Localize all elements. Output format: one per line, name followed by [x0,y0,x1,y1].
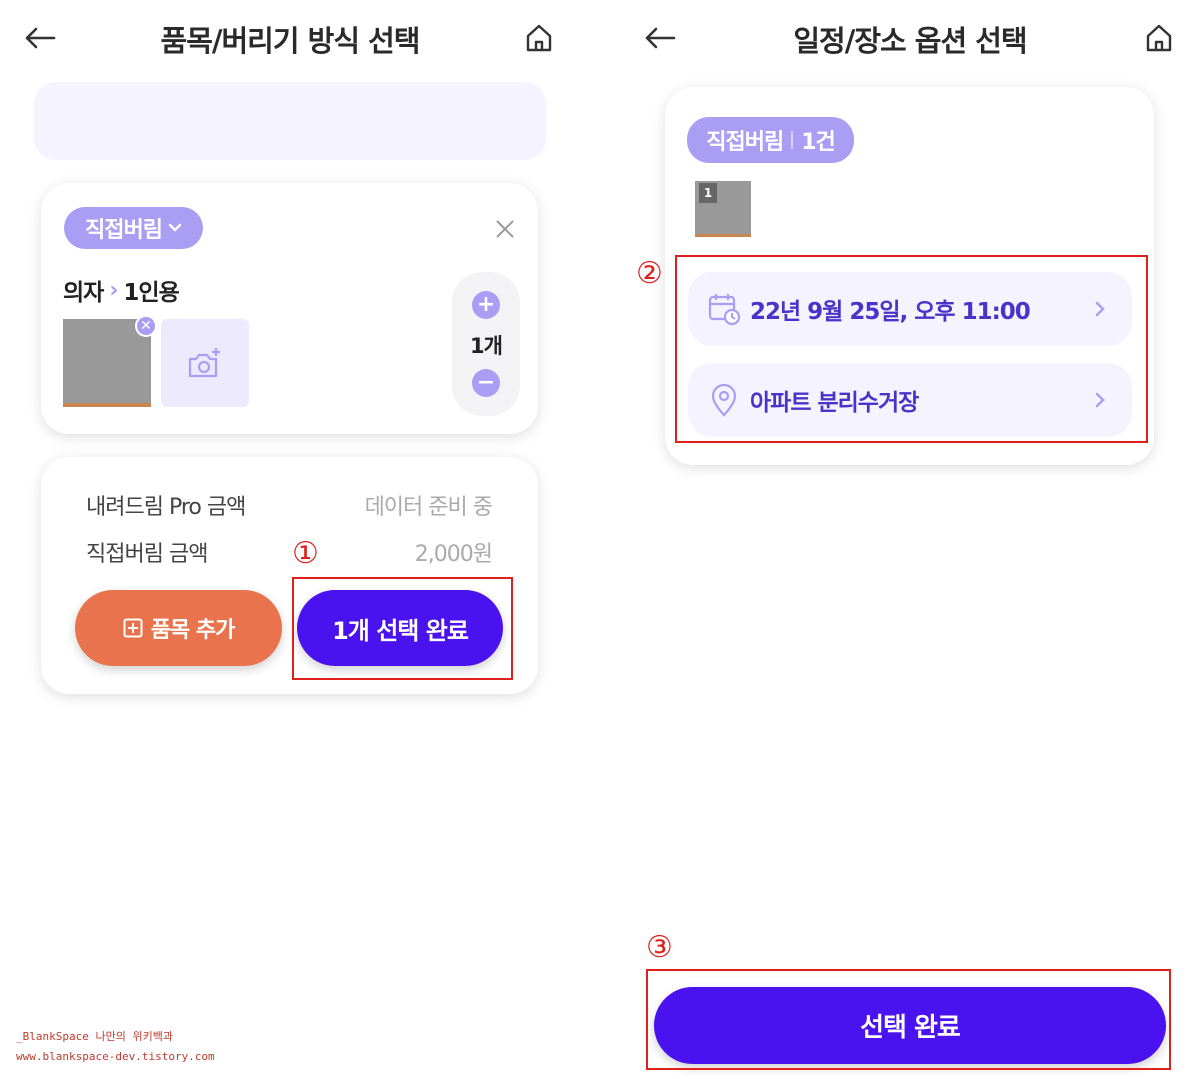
price-label: 직접버림 금액 [86,542,208,567]
chevron-down-icon [168,223,182,232]
item-category: 의자 [63,280,104,306]
chevron-right-icon: › [109,277,118,303]
annotation-box [675,255,1148,443]
quantity-stepper: + 1개 − [452,272,520,416]
thumbnail-count-badge: 1 [699,183,717,203]
method-label: 직접버림 [706,130,784,155]
page-title: 일정/장소 옵션 선택 [793,24,1027,58]
increment-button[interactable]: + [472,291,500,319]
decrement-button[interactable]: − [472,369,500,397]
close-icon: ✕ [140,318,152,334]
close-icon [496,220,514,238]
annotation-box [646,969,1171,1070]
annotation-marker: ③ [646,930,673,965]
price-row-direct: 직접버림 금액 2,000원 [86,536,493,568]
price-label: 내려드림 Pro 금액 [86,495,246,520]
remove-item-button[interactable] [490,214,520,244]
annotation-box [292,577,513,680]
divider [791,131,794,149]
plus-square-icon [123,618,143,638]
item-breadcrumb: 의자 › 1인용 [63,273,180,307]
annotation-marker: ② [636,256,663,291]
item-subcategory: 1인용 [123,280,179,306]
count-label: 1건 [801,130,836,155]
home-icon [526,24,552,52]
schedule-selection-screen: 일정/장소 옵션 선택 직접버림 1건 1 22년 9월 25일, 오후 11:… [620,0,1200,1079]
watermark-url: www.blankspace-dev.tistory.com [16,1050,215,1063]
add-photo-button[interactable] [161,319,249,407]
quantity-value: 1개 [470,334,503,358]
item-selection-screen: 품목/버리기 방식 선택 직접버림 의자 › 1인용 ✕ + 1개 − 내려드림… [0,0,580,1079]
home-button[interactable] [1142,20,1176,56]
annotation-marker: ① [292,536,319,571]
minus-icon: − [476,370,496,395]
camera-plus-icon [188,348,220,378]
price-row-pro: 내려드림 Pro 금액 데이터 준비 중 [86,489,493,521]
price-value: 2,000원 [414,542,493,567]
plus-icon: + [476,292,496,317]
home-icon [1146,24,1172,52]
page-title: 품목/버리기 방식 선택 [160,24,421,58]
method-dropdown[interactable]: 직접버림 [64,207,203,249]
home-button[interactable] [522,20,556,56]
notice-banner [34,82,546,160]
method-label: 직접버림 [85,218,163,243]
summary-pill: 직접버림 1건 [687,117,854,163]
add-item-button[interactable]: 품목 추가 [75,590,282,666]
watermark-title: _BlankSpace 나만의 위키백과 [16,1030,173,1043]
add-item-label: 품목 추가 [150,618,236,643]
remove-photo-button[interactable]: ✕ [135,315,157,337]
price-value: 데이터 준비 중 [364,495,493,520]
